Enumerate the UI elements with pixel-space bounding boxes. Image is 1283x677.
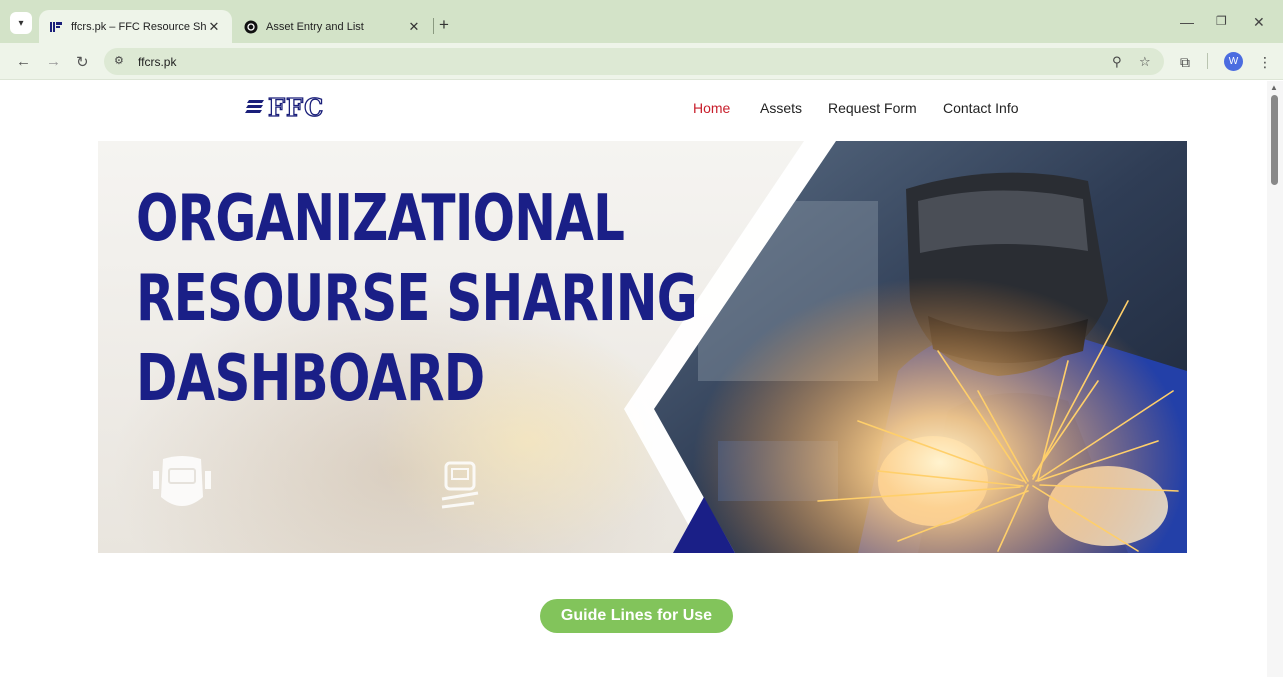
url-text: ffcrs.pk xyxy=(138,55,177,69)
zoom-icon[interactable]: ⚲ xyxy=(1112,54,1122,70)
site-logo[interactable]: FFC xyxy=(245,92,335,122)
logo-text: FFC xyxy=(267,92,325,122)
back-arrow-icon[interactable]: ← xyxy=(16,53,31,70)
tab-asset-entry[interactable]: Asset Entry and List ✕ xyxy=(236,10,430,43)
window-close-icon[interactable]: ✕ xyxy=(1253,14,1265,31)
tab-ffcrs[interactable]: ffcrs.pk – FFC Resource Sharing ✕ xyxy=(39,10,232,43)
menu-kebab-icon[interactable]: ⋮ xyxy=(1258,54,1272,71)
guide-lines-button[interactable]: Guide Lines for Use xyxy=(540,599,733,633)
nav-request-form[interactable]: Request Form xyxy=(828,100,917,116)
tab-separator xyxy=(433,18,434,34)
minimize-icon[interactable]: — xyxy=(1180,14,1194,30)
hero-title-line-1: ORGANIZATIONAL xyxy=(136,182,625,256)
tab-title: Asset Entry and List xyxy=(266,20,364,33)
profile-avatar[interactable]: W xyxy=(1224,52,1243,71)
browser-tabstrip: ▾ ffcrs.pk – FFC Resource Sharing ✕ Asse… xyxy=(0,0,1283,43)
hero-banner: ORGANIZATIONAL RESOURSE SHARING DASHBOAR… xyxy=(98,141,1187,553)
new-tab-plus-icon[interactable]: + xyxy=(439,15,449,35)
ffc-favicon-icon xyxy=(50,21,62,32)
chevron-down-icon: ▾ xyxy=(18,17,24,29)
hero-title-line-2: RESOURSE SHARING xyxy=(136,262,698,336)
bookmark-star-icon[interactable]: ☆ xyxy=(1139,54,1151,70)
page-scrollbar[interactable]: ▲ xyxy=(1267,81,1283,677)
scroll-up-arrow-icon[interactable]: ▲ xyxy=(1270,83,1278,92)
openai-favicon-icon xyxy=(244,20,258,33)
close-icon[interactable]: ✕ xyxy=(206,19,222,35)
scroll-thumb[interactable] xyxy=(1271,95,1278,185)
hero-title-line-3: DASHBOARD xyxy=(136,342,485,416)
nav-home[interactable]: Home xyxy=(693,100,730,116)
restore-icon[interactable]: ❐ xyxy=(1216,14,1227,28)
welding-machine-icon xyxy=(441,461,479,509)
reload-icon[interactable]: ↻ xyxy=(76,53,89,71)
extensions-puzzle-icon[interactable]: ⧉ xyxy=(1180,54,1190,71)
logo-stripes-icon xyxy=(245,100,264,113)
close-icon[interactable]: ✕ xyxy=(406,19,422,35)
toolbar-divider xyxy=(1207,53,1208,69)
page-viewport: FFC Home Assets Request Form Contact Inf… xyxy=(0,81,1283,677)
hero-title: ORGANIZATIONAL RESOURSE SHARING DASHBOAR… xyxy=(136,179,698,419)
tab-search-button[interactable]: ▾ xyxy=(10,12,32,34)
nav-contact-info[interactable]: Contact Info xyxy=(943,100,1019,116)
forward-arrow-icon[interactable]: → xyxy=(46,53,61,70)
address-bar[interactable]: ⚙ ffcrs.pk ⚲ ☆ xyxy=(104,48,1164,75)
welding-mask-icon xyxy=(153,456,211,506)
site-settings-icon[interactable]: ⚙ xyxy=(114,54,129,69)
tab-title: ffcrs.pk – FFC Resource Sharing xyxy=(71,20,206,33)
nav-assets[interactable]: Assets xyxy=(760,100,802,116)
browser-toolbar: ← → ↻ ⚙ ffcrs.pk ⚲ ☆ ⧉ ⋮ xyxy=(0,43,1283,80)
